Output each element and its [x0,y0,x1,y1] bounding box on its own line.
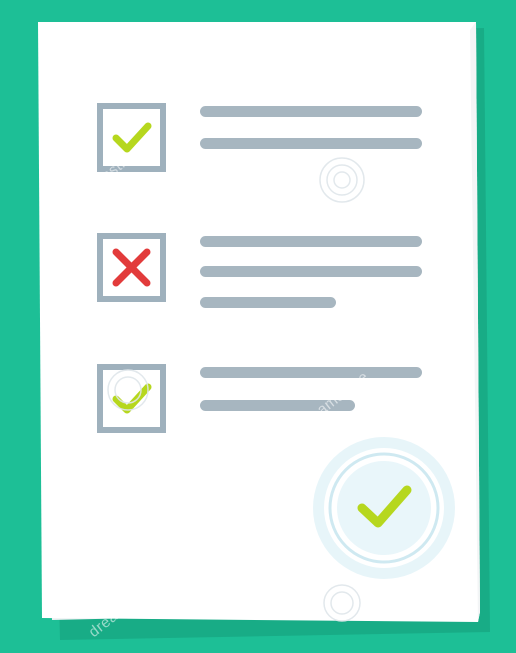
text-line [200,236,422,247]
illustration-canvas: dreamstime dreamstime dreamstime [0,0,516,653]
text-line [200,106,422,117]
text-line [200,297,336,308]
text-line [200,266,422,277]
text-line [200,138,422,149]
approval-stamp [313,437,455,579]
text-line [200,367,422,378]
document-illustration [0,0,516,653]
